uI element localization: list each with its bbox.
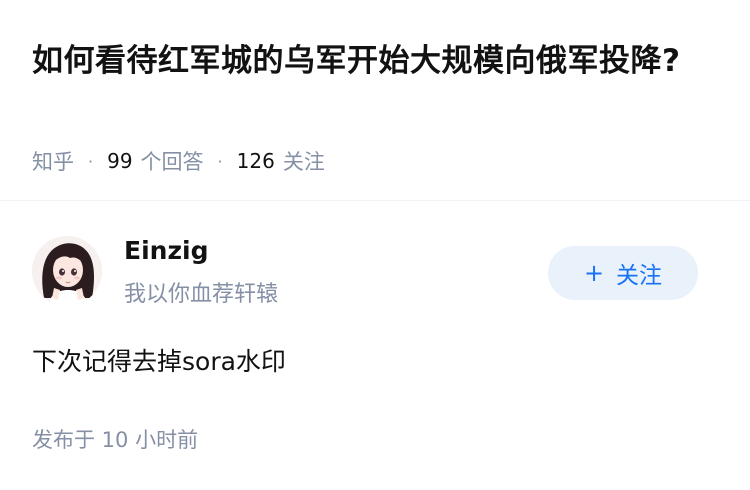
- avatar[interactable]: [32, 236, 102, 306]
- answer-content: 下次记得去掉sora水印: [32, 347, 286, 376]
- publish-time: 发布于 10 小时前: [32, 428, 199, 452]
- plus-icon: +: [583, 259, 605, 287]
- follower-count: 126: [236, 149, 275, 173]
- divider: [0, 200, 750, 201]
- source-label[interactable]: 知乎: [32, 146, 74, 176]
- question-title[interactable]: 如何看待红军城的乌军开始大规模向俄军投降?: [32, 36, 722, 86]
- author-bio: 我以你血荐轩辕: [124, 282, 279, 307]
- follow-label: 关注: [616, 263, 663, 289]
- answer-count: 99: [107, 149, 133, 173]
- question-meta: 知乎 · 99 个回答 · 126 关注: [32, 146, 325, 176]
- separator-dot: ·: [217, 151, 223, 171]
- avatar-image: [32, 236, 102, 306]
- question-header: 如何看待红军城的乌军开始大规模向俄军投降?: [32, 36, 722, 86]
- author-name[interactable]: Einzig: [124, 236, 208, 265]
- answer-page: 如何看待红军城的乌军开始大规模向俄军投降? 知乎 · 99 个回答 · 126 …: [0, 0, 750, 490]
- follow-button[interactable]: + 关注: [548, 246, 698, 300]
- answer-count-label[interactable]: 个回答: [141, 146, 204, 176]
- separator-dot: ·: [88, 151, 94, 171]
- follower-count-label: 关注: [282, 150, 325, 174]
